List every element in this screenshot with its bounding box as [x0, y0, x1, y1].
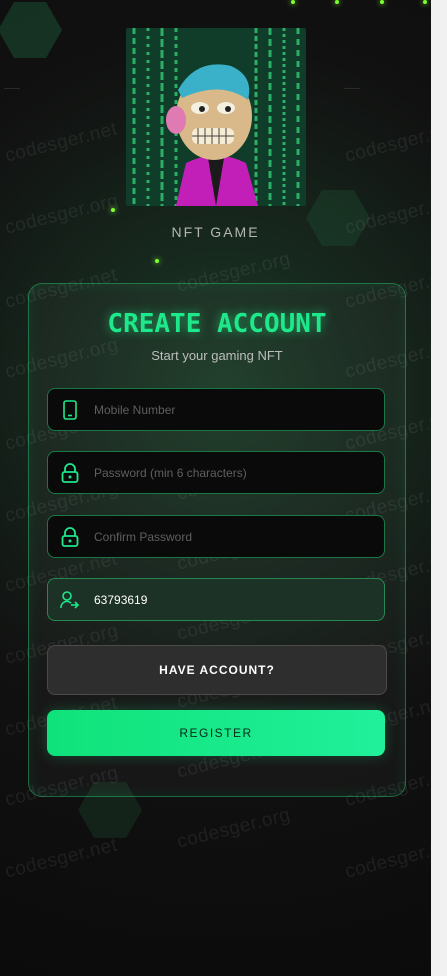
- card-subtitle: Start your gaming NFT: [151, 348, 283, 363]
- nft-ape-image: [126, 28, 306, 206]
- create-account-card: CREATE ACCOUNT Start your gaming NFT Mob…: [28, 283, 406, 797]
- mobile-input[interactable]: [92, 388, 384, 431]
- watermark: codesger.org: [175, 804, 293, 853]
- bg-dot: [380, 0, 384, 4]
- user-share-icon: [48, 590, 92, 609]
- bg-line: [4, 88, 20, 89]
- bg-dot: [291, 0, 295, 4]
- lock-icon: [48, 526, 92, 547]
- bg-dot: [155, 259, 159, 263]
- bg-dot: [335, 0, 339, 4]
- bg-dot: [423, 0, 427, 4]
- nft-game-title: NFT GAME: [171, 224, 260, 240]
- confirm-password-input[interactable]: [92, 515, 384, 558]
- confirm-password-field: [47, 515, 385, 558]
- password-field: [47, 451, 385, 494]
- mobile-field: [47, 388, 385, 431]
- bg-line: [344, 88, 360, 89]
- register-button[interactable]: REGISTER: [47, 710, 385, 756]
- card-title: CREATE ACCOUNT: [107, 309, 327, 339]
- scrollbar[interactable]: [431, 0, 447, 976]
- referral-field: [47, 578, 385, 621]
- bg-hexagon: [0, 2, 62, 58]
- phone-icon: [48, 399, 92, 420]
- referral-input[interactable]: [92, 578, 384, 621]
- password-input[interactable]: [92, 451, 384, 494]
- lock-icon: [48, 462, 92, 483]
- watermark: codesger.net: [3, 118, 120, 167]
- watermark: codesger.net: [3, 834, 120, 883]
- have-account-button[interactable]: HAVE ACCOUNT?: [47, 645, 387, 695]
